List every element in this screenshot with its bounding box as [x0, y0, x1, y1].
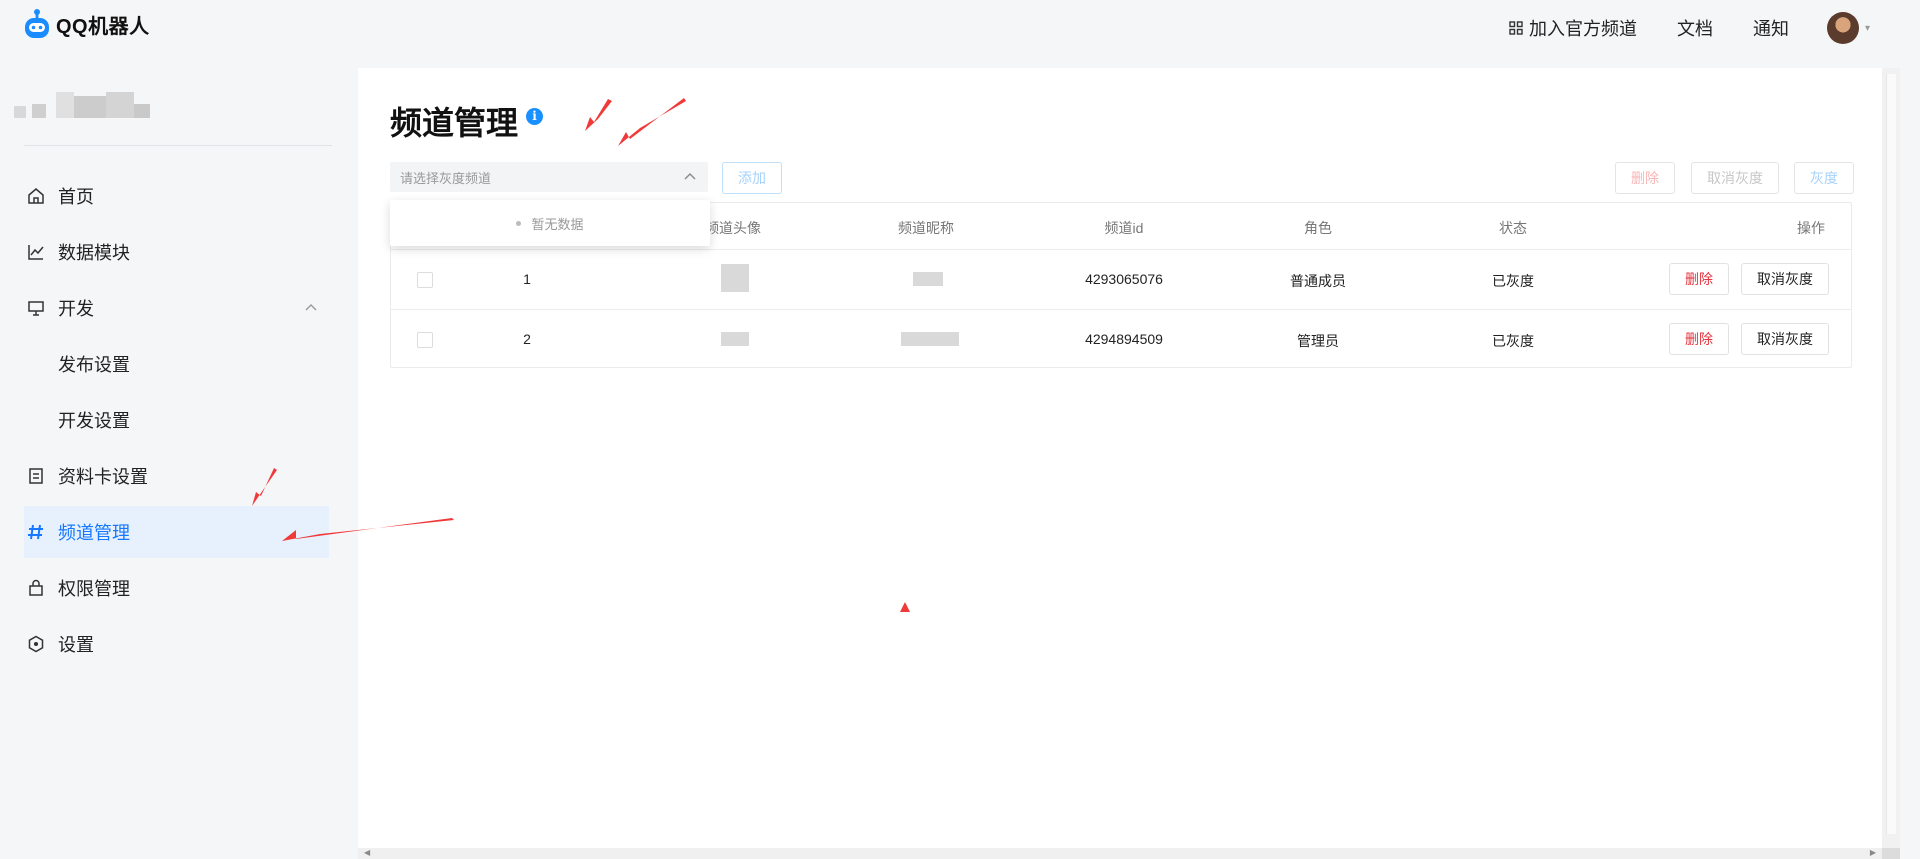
sidebar-item-channel-management[interactable]: 频道管理: [24, 506, 329, 558]
vertical-scrollbar[interactable]: [1882, 68, 1900, 848]
channel-id: 4293065076: [1085, 271, 1163, 287]
chevron-up-icon: [684, 169, 696, 183]
row-cancel-gray-button[interactable]: 取消灰度: [1741, 323, 1829, 355]
channel-status: 已灰度: [1492, 273, 1534, 289]
sidebar-item-develop[interactable]: 开发: [24, 282, 329, 334]
column-header-status: 状态: [1499, 220, 1527, 236]
sidebar-item-data-module[interactable]: 数据模块: [24, 226, 329, 278]
column-header-avatar: 频道头像: [705, 220, 761, 236]
sidebar-item-label: 开发: [58, 299, 94, 319]
row-cancel-gray-button[interactable]: 取消灰度: [1741, 263, 1829, 295]
monitor-icon: [26, 298, 46, 318]
channel-status: 已灰度: [1492, 333, 1534, 349]
robot-logo-icon: [25, 9, 49, 38]
scrollbar-thumb[interactable]: [1886, 74, 1896, 834]
chart-line-icon: [26, 242, 46, 262]
card-icon: [26, 466, 46, 486]
channel-id: 4294894509: [1085, 331, 1163, 347]
sidebar-item-label: 频道管理: [58, 523, 130, 543]
table-row: 2 4294894509 管理员 已灰度 删除 取消灰度: [391, 309, 1851, 369]
row-delete-button[interactable]: 删除: [1669, 263, 1729, 295]
toolbar: 请选择灰度频道 添加 删除 取消灰度 灰度: [390, 162, 1854, 194]
home-icon: [26, 186, 46, 206]
info-icon[interactable]: i: [526, 107, 544, 125]
logo[interactable]: QQ机器人: [22, 8, 150, 40]
top-bar: QQ机器人 加入官方频道 文档 通知 ▾: [0, 0, 1920, 56]
gray-channel-select[interactable]: 请选择灰度频道: [390, 162, 708, 192]
channel-role: 管理员: [1297, 333, 1339, 349]
add-button[interactable]: 添加: [722, 162, 782, 194]
account-name-redacted: [14, 92, 150, 122]
join-official-channel-link[interactable]: 加入官方频道: [1509, 15, 1637, 41]
notifications-link[interactable]: 通知: [1753, 15, 1789, 41]
sidebar-item-profile-card-settings[interactable]: 资料卡设置: [24, 450, 329, 502]
sidebar-item-permission-management[interactable]: 权限管理: [24, 562, 329, 614]
sidebar-item-label: 资料卡设置: [58, 467, 148, 487]
batch-cancel-gray-button[interactable]: 取消灰度: [1691, 162, 1779, 194]
dropdown-empty-text: 暂无数据: [531, 216, 584, 232]
sidebar: 首页 数据模块 开发 发布设置 开发设置 资料卡设置 频道管理 权限管理 设置: [0, 56, 340, 859]
scrollbar-corner: [1882, 848, 1900, 859]
channel-nickname-redacted: [901, 332, 959, 346]
row-index: 2: [523, 331, 531, 347]
table-row: 1 4293065076 普通成员 已灰度 删除 取消灰度: [391, 249, 1851, 309]
sidebar-item-label: 发布设置: [58, 355, 130, 375]
main-panel: 频道管理 i 请选择灰度频道 添加 删除 取消灰度 灰度 暂无数据 频道头像 频…: [358, 68, 1882, 848]
scroll-left-arrow-icon[interactable]: ◀: [364, 848, 370, 857]
grid-icon: [1509, 21, 1523, 35]
sidebar-item-label: 开发设置: [58, 411, 130, 431]
row-index: 1: [523, 271, 531, 287]
select-placeholder: 请选择灰度频道: [400, 170, 492, 186]
join-official-channel-label: 加入官方频道: [1528, 19, 1637, 39]
channel-avatar-redacted: [721, 264, 749, 292]
channel-nickname-redacted: [913, 272, 943, 286]
select-dropdown-empty: 暂无数据: [390, 200, 710, 246]
docs-label: 文档: [1676, 19, 1713, 39]
sidebar-item-dev-settings[interactable]: 开发设置: [24, 394, 329, 446]
sidebar-item-publish-settings[interactable]: 发布设置: [24, 338, 329, 390]
sidebar-item-label: 数据模块: [58, 243, 130, 263]
sidebar-item-label: 权限管理: [58, 579, 130, 599]
channel-avatar-redacted: [721, 332, 749, 346]
sidebar-item-label: 设置: [58, 635, 94, 655]
sidebar-menu: 首页 数据模块 开发 发布设置 开发设置 资料卡设置 频道管理 权限管理 设置: [24, 170, 329, 674]
hexagon-icon: [26, 634, 46, 654]
sidebar-divider: [24, 145, 332, 146]
column-header-channel-id: 频道id: [1104, 220, 1144, 236]
page-title-text: 频道管理: [390, 105, 519, 141]
sidebar-item-label: 首页: [58, 187, 94, 207]
lock-icon: [26, 578, 46, 598]
row-checkbox[interactable]: [417, 332, 433, 348]
scroll-right-arrow-icon[interactable]: ▶: [1870, 848, 1876, 857]
sidebar-item-settings[interactable]: 设置: [24, 618, 329, 670]
sidebar-item-home[interactable]: 首页: [24, 170, 329, 222]
batch-gray-button[interactable]: 灰度: [1794, 162, 1854, 194]
docs-link[interactable]: 文档: [1677, 15, 1713, 41]
column-header-role: 角色: [1304, 220, 1332, 236]
channel-role: 普通成员: [1290, 273, 1346, 289]
column-header-nickname: 频道昵称: [898, 220, 954, 236]
user-avatar[interactable]: [1826, 12, 1859, 44]
page-title: 频道管理 i: [390, 98, 544, 144]
batch-delete-button[interactable]: 删除: [1615, 162, 1675, 194]
horizontal-scrollbar[interactable]: ◀ ▶: [358, 848, 1882, 859]
hash-icon: [26, 522, 46, 542]
top-nav: 加入官方频道 文档 通知 ▾: [1509, 0, 1870, 56]
row-delete-button[interactable]: 删除: [1669, 323, 1729, 355]
chevron-up-icon[interactable]: [305, 300, 317, 314]
notifications-label: 通知: [1752, 19, 1789, 39]
avatar-caret-icon[interactable]: ▾: [1865, 23, 1870, 34]
logo-text: QQ机器人: [56, 15, 150, 38]
column-header-actions: 操作: [1797, 220, 1825, 236]
row-checkbox[interactable]: [417, 272, 433, 288]
empty-dot-icon: [516, 220, 522, 226]
